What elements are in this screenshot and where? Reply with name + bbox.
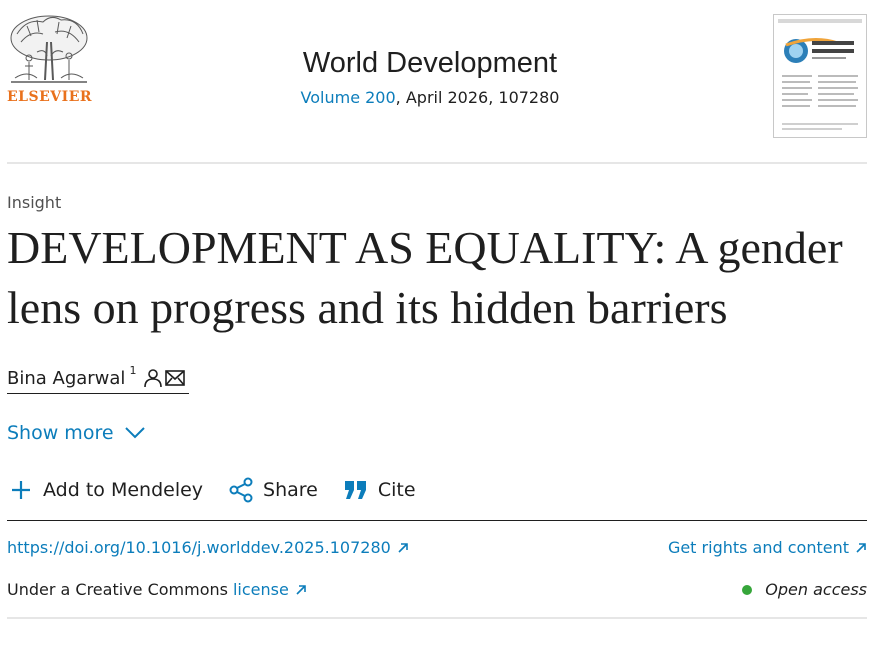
doi-text: https://doi.org/10.1016/j.worlddev.2025.… xyxy=(7,538,391,557)
external-link-icon xyxy=(296,584,306,595)
license-prefix: Under a Creative Commons xyxy=(7,580,228,599)
open-access-badge: Open access xyxy=(742,580,867,599)
share-button[interactable]: Share xyxy=(227,476,318,504)
journal-cover-thumbnail[interactable] xyxy=(773,14,867,138)
elsevier-tree-logo xyxy=(10,15,88,83)
author-button[interactable]: Bina Agarwal 1 xyxy=(7,363,190,394)
open-access-label: Open access xyxy=(765,580,867,599)
chevron-down-icon xyxy=(124,422,146,444)
volume-line: Volume 200, April 2026, 107280 xyxy=(230,88,630,107)
doi-link[interactable]: https://doi.org/10.1016/j.worlddev.2025.… xyxy=(7,538,409,557)
rights-text: Get rights and content xyxy=(667,538,849,557)
toolbar-divider xyxy=(7,520,867,521)
license-link[interactable]: license xyxy=(233,580,307,599)
journal-title[interactable]: World Development xyxy=(230,44,630,82)
author-affiliation-superscript: 1 xyxy=(129,363,137,377)
share-label: Share xyxy=(263,479,318,501)
article-toolbar: Add to Mendeley Share Cite xyxy=(7,476,440,504)
mail-icon xyxy=(164,367,186,389)
share-icon xyxy=(227,476,255,504)
cite-button[interactable]: Cite xyxy=(342,476,416,504)
journal-header: World Development Volume 200, April 2026… xyxy=(230,44,630,107)
external-link-icon xyxy=(856,542,866,553)
bottom-divider xyxy=(7,617,867,619)
person-icon xyxy=(142,367,164,389)
mendeley-label: Add to Mendeley xyxy=(43,479,204,501)
article-type: Insight xyxy=(7,193,62,212)
plus-icon xyxy=(7,476,35,504)
volume-link[interactable]: Volume 200 xyxy=(301,88,396,107)
article-title: DEVELOPMENT AS EQUALITY: A gender lens o… xyxy=(7,222,843,333)
get-rights-link[interactable]: Get rights and content xyxy=(668,538,867,557)
volume-details: , April 2026, 107280 xyxy=(395,88,560,107)
quote-icon xyxy=(342,476,370,504)
cite-label: Cite xyxy=(377,479,416,501)
show-more-button[interactable]: Show more xyxy=(7,422,146,444)
author-name: Bina Agarwal xyxy=(7,367,126,389)
open-access-dot-icon xyxy=(742,584,753,595)
publisher-name: ELSEVIER xyxy=(7,89,93,105)
external-link-icon xyxy=(398,542,408,553)
add-to-mendeley-button[interactable]: Add to Mendeley xyxy=(7,476,203,504)
journal-cover-image xyxy=(778,19,862,130)
show-more-label: Show more xyxy=(7,422,114,444)
license-row: Under a Creative Commons license xyxy=(7,580,307,599)
license-link-text: license xyxy=(232,580,289,599)
header-divider xyxy=(7,162,867,164)
